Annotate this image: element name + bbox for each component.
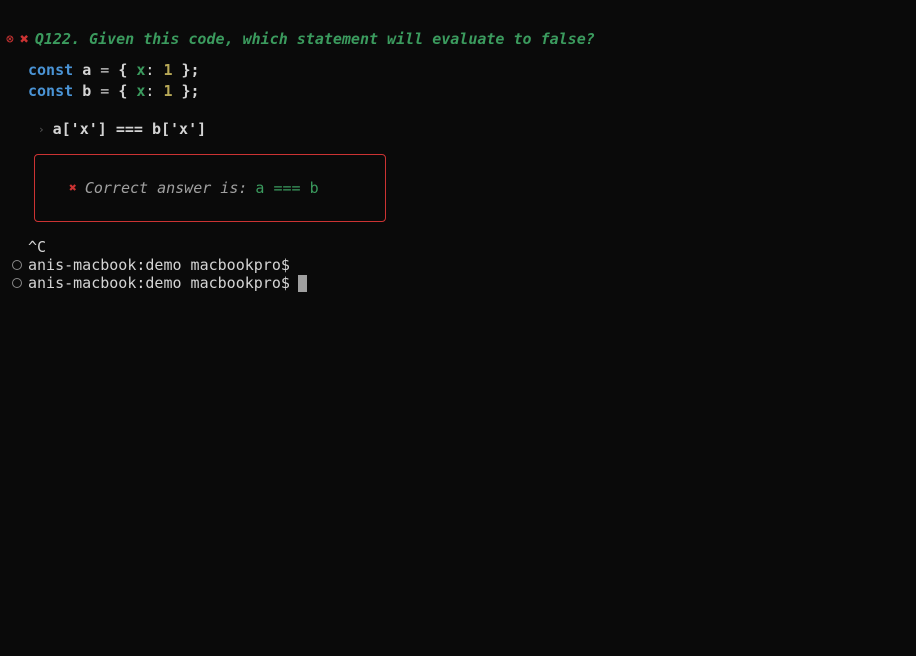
feedback-box: ✖ Correct answer is: a === b (34, 154, 386, 222)
colon: : (145, 61, 154, 79)
correct-answer-text: a === b (255, 179, 318, 197)
circle-icon (12, 278, 22, 288)
question-line: ⊗ ✖ Q122. Given this code, which stateme… (6, 30, 910, 48)
error-circle-icon: ⊗ (6, 32, 14, 47)
equals: = (100, 61, 109, 79)
code-block: const a = { x: 1 }; const b = { x: 1 }; (28, 60, 910, 102)
interrupt-signal: ^C (28, 238, 910, 256)
chevron-right-icon: › (38, 123, 45, 136)
number-1: 1 (163, 61, 172, 79)
keyword-const: const (28, 82, 73, 100)
keyword-const: const (28, 61, 73, 79)
var-a: a (82, 61, 91, 79)
number-1: 1 (163, 82, 172, 100)
feedback-inner: ✖ Correct answer is: a === b (69, 179, 351, 197)
open-brace: { (118, 82, 127, 100)
feedback-label: Correct answer is: (85, 179, 248, 197)
code-line-1: const a = { x: 1 }; (28, 60, 910, 81)
shell-prompt-1: anis-macbook:demo macbookpro$ (12, 256, 910, 274)
close-brace: }; (182, 61, 200, 79)
code-line-2: const b = { x: 1 }; (28, 81, 910, 102)
prompt-text: anis-macbook:demo macbookpro$ (28, 256, 290, 274)
cursor-icon (298, 275, 307, 292)
close-brace: }; (182, 82, 200, 100)
x-mark-icon: ✖ (20, 30, 29, 48)
question-text: Q122. Given this code, which statement w… (35, 30, 595, 48)
user-answer-text: a['x'] === b['x'] (53, 120, 207, 138)
user-answer-line: › a['x'] === b['x'] (38, 120, 910, 138)
colon: : (145, 82, 154, 100)
prompt-text: anis-macbook:demo macbookpro$ (28, 274, 290, 292)
x-mark-icon: ✖ (69, 181, 77, 196)
equals: = (100, 82, 109, 100)
circle-icon (12, 260, 22, 270)
shell-prompt-2[interactable]: anis-macbook:demo macbookpro$ (12, 274, 910, 292)
var-b: b (82, 82, 91, 100)
open-brace: { (118, 61, 127, 79)
